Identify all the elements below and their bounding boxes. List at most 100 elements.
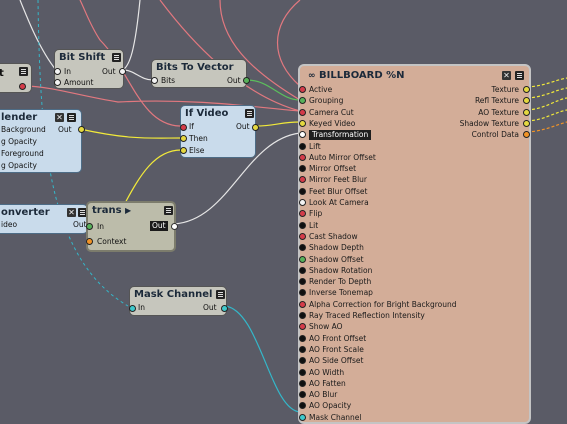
- blender-input-3: g Opacity: [1, 161, 37, 170]
- converter-input: ideo: [1, 220, 18, 229]
- billboard-input-port[interactable]: [299, 368, 306, 376]
- wire-yellow-out-4: [526, 109, 567, 122]
- node-title: Mask Channel: [134, 289, 213, 300]
- trans-context-label: Context: [97, 237, 127, 246]
- close-icon[interactable]: ✕: [55, 113, 64, 122]
- billboard-input-port[interactable]: [299, 312, 306, 319]
- billboard-input-port[interactable]: [299, 379, 306, 387]
- wire-red-4: [23, 85, 301, 112]
- play-arrow-icon[interactable]: ▶: [125, 206, 131, 215]
- billboard-title: ∞ BILLBOARD %N: [300, 68, 529, 83]
- trans-out-port[interactable]: [171, 223, 178, 230]
- node-partial-left[interactable]: t: [0, 63, 32, 93]
- menu-icon[interactable]: [245, 109, 254, 118]
- billboard-output-port[interactable]: [523, 131, 530, 139]
- mask-out-label: Out: [203, 303, 217, 312]
- billboard-input-port[interactable]: [299, 221, 306, 229]
- billboard-input-port[interactable]: [299, 255, 306, 263]
- billboard-input-port[interactable]: [299, 131, 306, 139]
- close-icon[interactable]: ✕: [67, 208, 76, 217]
- billboard-output-port[interactable]: [523, 97, 530, 105]
- mask-out-port[interactable]: [221, 305, 228, 312]
- blender-out-label: Out: [58, 125, 72, 134]
- blender-out-port[interactable]: [78, 126, 85, 133]
- billboard-input-port[interactable]: [299, 300, 306, 308]
- billboard-input-port[interactable]: [299, 323, 306, 331]
- menu-icon[interactable]: [112, 53, 121, 62]
- billboard-input-label: Camera Cut: [309, 107, 354, 117]
- node-trans[interactable]: trans ▶ In Out Context: [86, 201, 178, 252]
- node-billboard[interactable]: ∞ BILLBOARD %N ✕ Active Grouping Camera Cu…: [298, 64, 531, 424]
- node-bit-shift[interactable]: Bit Shift In Out Amount: [54, 49, 126, 89]
- bits-out-label: Out: [227, 76, 241, 85]
- else-port[interactable]: [180, 147, 187, 154]
- billboard-input-port[interactable]: [299, 357, 306, 365]
- wire-orange-out: [526, 121, 567, 133]
- node-blender[interactable]: lender ✕ Background Out g Opacity Foregr…: [0, 109, 85, 173]
- node-mask-channel[interactable]: Mask Channel In Out: [129, 286, 228, 316]
- if-video-out-label: Out: [236, 122, 250, 131]
- billboard-input-port[interactable]: [299, 165, 306, 173]
- billboard-input-label: Mirror Feet Blur: [309, 175, 368, 185]
- billboard-input-port[interactable]: [299, 402, 306, 410]
- bit-shift-amount-port[interactable]: [54, 79, 61, 86]
- billboard-input-port[interactable]: [299, 153, 306, 161]
- trans-title: trans: [92, 205, 122, 216]
- wire-green: [246, 79, 301, 101]
- menu-icon[interactable]: [216, 290, 225, 299]
- billboard-input-port[interactable]: [299, 86, 306, 93]
- billboard-input-port[interactable]: [299, 334, 306, 342]
- billboard-input-port[interactable]: [299, 345, 306, 353]
- menu-icon[interactable]: [515, 71, 524, 80]
- billboard-input-port[interactable]: [299, 210, 306, 218]
- billboard-output-port[interactable]: [523, 86, 530, 93]
- billboard-input-port[interactable]: [299, 266, 306, 274]
- billboard-input-port[interactable]: [299, 244, 306, 252]
- billboard-input-label: Look At Camera: [309, 198, 369, 207]
- mask-in-port[interactable]: [129, 305, 136, 312]
- billboard-input-label: Render To Depth: [309, 277, 372, 287]
- billboard-input-port[interactable]: [299, 413, 306, 421]
- billboard-output-label: Shadow Texture: [459, 118, 519, 128]
- billboard-input-label: Cast Shadow: [309, 231, 358, 241]
- menu-icon[interactable]: [19, 67, 28, 76]
- partial-left-out-port[interactable]: [19, 83, 26, 90]
- trans-in-port[interactable]: [86, 223, 93, 230]
- billboard-input-label: AO Fatten: [309, 378, 346, 388]
- billboard-input-port[interactable]: [299, 119, 306, 127]
- bits-out-port[interactable]: [243, 77, 250, 84]
- menu-icon[interactable]: [67, 113, 76, 122]
- billboard-output-label: Refl Texture: [474, 96, 519, 106]
- bits-in-port[interactable]: [151, 77, 158, 84]
- trans-context-port[interactable]: [86, 238, 93, 245]
- wire-yellow-1: [255, 121, 301, 127]
- billboard-input-port[interactable]: [299, 176, 306, 184]
- bit-shift-out-port[interactable]: [119, 68, 126, 75]
- billboard-input-port[interactable]: [299, 391, 306, 399]
- billboard-input-port[interactable]: [299, 289, 306, 297]
- billboard-input-port[interactable]: [299, 232, 306, 240]
- if-port[interactable]: [180, 124, 187, 131]
- node-bits-to-vector[interactable]: Bits To Vector Bits Out: [151, 59, 250, 88]
- billboard-input-port[interactable]: [299, 187, 306, 195]
- node-if-video[interactable]: If Video If Out Then Else: [180, 105, 259, 158]
- billboard-input-port[interactable]: [299, 278, 306, 286]
- node-converter[interactable]: onverter ✕ ideo Out: [0, 204, 88, 234]
- then-port[interactable]: [180, 135, 187, 142]
- billboard-input-port[interactable]: [299, 108, 306, 116]
- billboard-input-label: Show AO: [309, 322, 343, 332]
- billboard-output-port[interactable]: [523, 108, 530, 116]
- trans-in-label: In: [97, 222, 104, 231]
- billboard-input-label: Active: [309, 85, 333, 94]
- if-video-out-port[interactable]: [252, 124, 259, 131]
- billboard-input-port[interactable]: [299, 199, 306, 206]
- wire-yellow-out-1: [526, 77, 567, 88]
- menu-icon[interactable]: [164, 206, 173, 215]
- bit-shift-in-port[interactable]: [54, 68, 61, 75]
- billboard-input-label: Alpha Correction for Bright Background: [309, 299, 457, 309]
- billboard-input-port[interactable]: [299, 97, 306, 105]
- close-icon[interactable]: ✕: [502, 71, 511, 80]
- billboard-output-port[interactable]: [523, 119, 530, 127]
- billboard-input-port[interactable]: [299, 142, 306, 150]
- then-label: Then: [189, 134, 208, 143]
